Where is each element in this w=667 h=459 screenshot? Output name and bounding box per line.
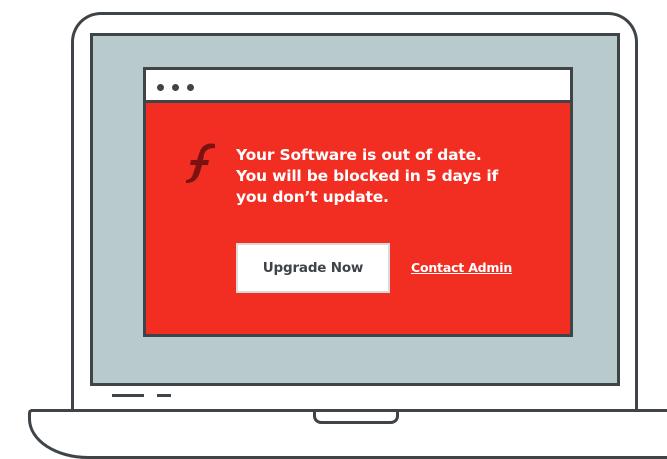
message-line: you don’t update. xyxy=(236,188,389,206)
bezel-mark xyxy=(157,394,171,397)
bezel-mark xyxy=(112,394,144,397)
window-dot-icon xyxy=(187,84,194,91)
upgrade-now-button[interactable]: Upgrade Now xyxy=(236,243,390,293)
laptop-trackpad-notch xyxy=(313,412,399,424)
browser-title-bar xyxy=(146,70,570,103)
window-dot-icon xyxy=(157,84,164,91)
contact-admin-link[interactable]: Contact Admin xyxy=(411,260,512,275)
message-line: You will be blocked in 5 days if xyxy=(236,167,499,185)
laptop-illustration: Your Software is out of date. You will b… xyxy=(0,0,667,459)
message-line: Your Software is out of date. xyxy=(236,146,482,164)
window-dot-icon xyxy=(172,84,179,91)
flash-player-icon xyxy=(186,143,215,183)
outdated-software-message: Your Software is out of date. You will b… xyxy=(236,145,556,208)
